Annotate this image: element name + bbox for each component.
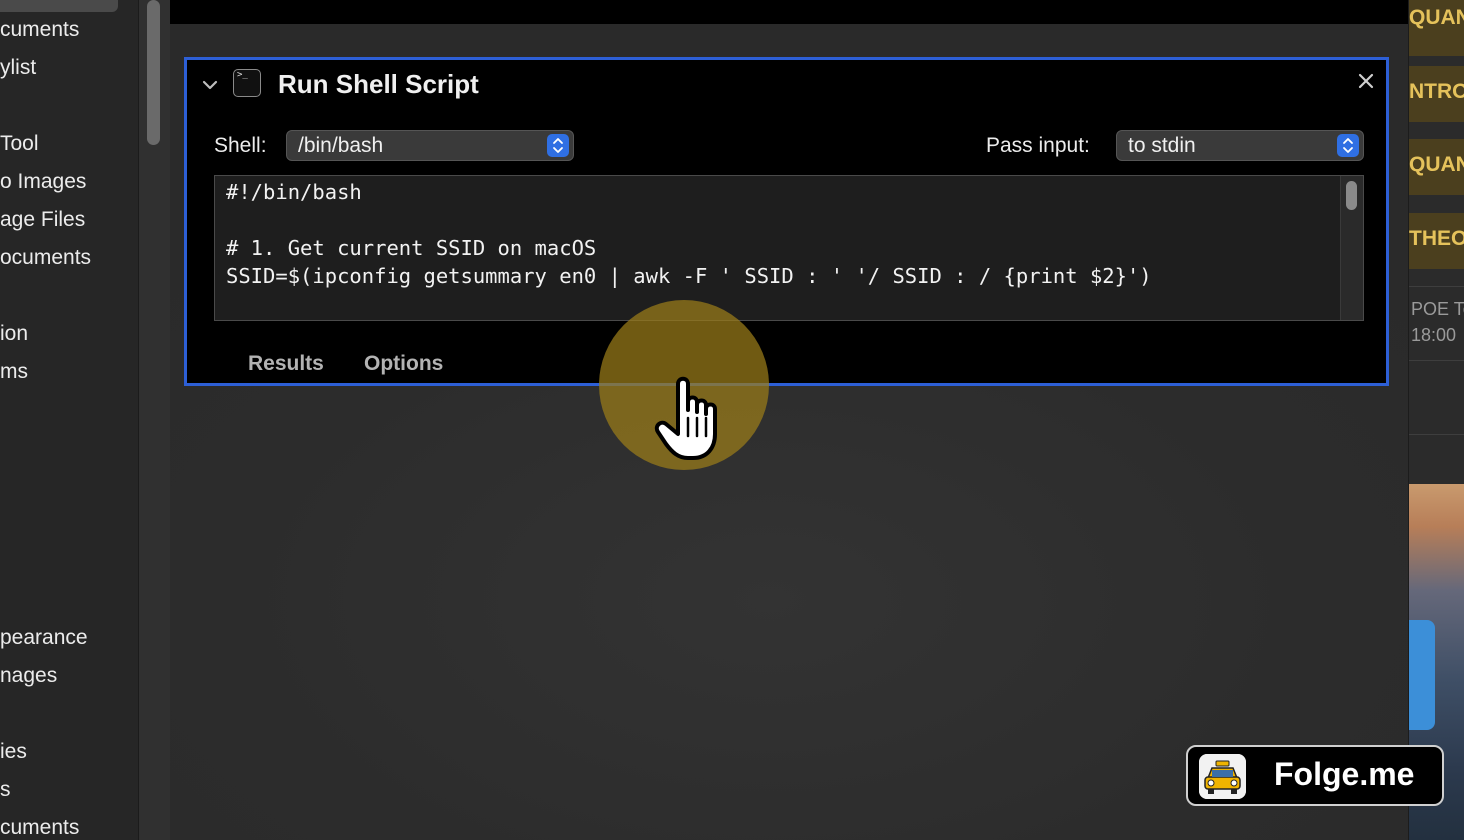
- code-line: # 1. Get current SSID on macOS: [226, 236, 597, 260]
- event-item-time: 18:00: [1411, 325, 1457, 345]
- event-card[interactable]: NTRO: [1409, 66, 1464, 122]
- sidebar-item[interactable]: ylist: [0, 55, 36, 81]
- event-card-title: QUAN: [1409, 153, 1464, 176]
- sidebar-item[interactable]: cuments: [0, 815, 79, 840]
- shell-select[interactable]: /bin/bash: [286, 130, 574, 161]
- sidebar-item[interactable]: Tool: [0, 131, 39, 157]
- sidebar-item[interactable]: o Images: [0, 169, 86, 195]
- event-card-title: THEO: [1409, 227, 1464, 250]
- watermark-text: Folge.me: [1274, 756, 1415, 792]
- scrollbar-thumb[interactable]: [147, 0, 160, 145]
- top-bar: [170, 0, 1408, 24]
- sidebar-item[interactable]: ion: [0, 321, 28, 347]
- select-arrows-icon: [1337, 134, 1359, 157]
- hand-cursor-icon: [654, 376, 717, 460]
- pass-input-select-value: to stdin: [1128, 134, 1196, 157]
- script-editor[interactable]: #!/bin/bash # 1. Get current SSID on mac…: [214, 175, 1364, 321]
- sidebar-item[interactable]: age Files: [0, 207, 85, 233]
- event-card-title: QUAN: [1409, 6, 1464, 29]
- editor-scrollbar-thumb[interactable]: [1346, 181, 1357, 210]
- code-line: #!/bin/bash: [226, 180, 362, 204]
- shell-label: Shell:: [214, 134, 267, 157]
- close-icon[interactable]: [1355, 70, 1377, 92]
- sidebar-item[interactable]: pearance: [0, 625, 88, 651]
- sidebar-item[interactable]: ms: [0, 359, 28, 385]
- selected-sidebar-item[interactable]: [0, 0, 118, 12]
- taxi-logo-icon: [1199, 754, 1246, 799]
- workflow-canvas: >_ Run Shell Script Shell: /bin/bash Pas…: [170, 0, 1408, 840]
- run-shell-script-action[interactable]: >_ Run Shell Script Shell: /bin/bash Pas…: [184, 57, 1389, 386]
- library-sidebar: cuments ylist Tool o Images age Files oc…: [0, 0, 138, 840]
- tab-options[interactable]: Options: [364, 352, 443, 376]
- pass-input-label: Pass input:: [986, 134, 1090, 157]
- terminal-icon: >_: [233, 69, 261, 97]
- folder-icon[interactable]: [1409, 620, 1435, 730]
- tab-results[interactable]: Results: [248, 352, 324, 376]
- watermark-badge: Folge.me: [1186, 745, 1444, 806]
- select-arrows-icon: [547, 134, 569, 157]
- chevron-down-icon[interactable]: [199, 74, 221, 96]
- sidebar-item[interactable]: ies: [0, 739, 27, 765]
- sidebar-scrollbar[interactable]: [138, 0, 171, 840]
- event-card[interactable]: QUAN: [1409, 139, 1464, 195]
- editor-scrollbar[interactable]: [1340, 176, 1363, 320]
- sidebar-item[interactable]: s: [0, 777, 11, 803]
- event-card[interactable]: QUAN: [1409, 0, 1464, 56]
- sidebar-item[interactable]: nages: [0, 663, 57, 689]
- action-title: Run Shell Script: [278, 69, 479, 99]
- pass-input-select[interactable]: to stdin: [1116, 130, 1364, 161]
- event-item-title: POE To: [1411, 299, 1464, 319]
- shell-select-value: /bin/bash: [298, 134, 384, 157]
- divider: [1409, 286, 1464, 287]
- sidebar-item[interactable]: ocuments: [0, 245, 91, 271]
- divider: [1409, 434, 1464, 435]
- divider: [1409, 360, 1464, 361]
- event-card[interactable]: THEO: [1409, 213, 1464, 269]
- code-line: SSID=$(ipconfig getsummary en0 | awk -F …: [226, 264, 1152, 288]
- sidebar-item[interactable]: cuments: [0, 17, 79, 43]
- right-panel: QUAN NTRO QUAN THEO POE To 18:00: [1408, 0, 1464, 840]
- event-card-title: NTRO: [1409, 80, 1464, 103]
